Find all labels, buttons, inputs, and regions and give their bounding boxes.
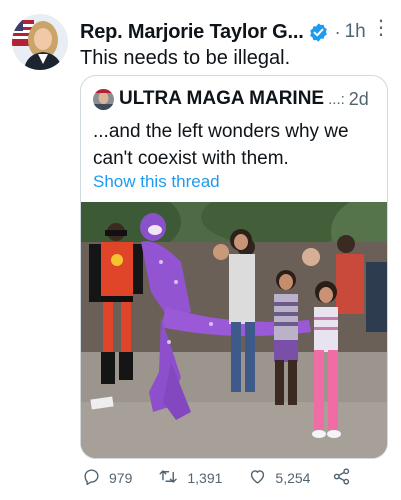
author-name[interactable]: Rep. Marjorie Taylor G... [80, 21, 304, 44]
tweet-text: This needs to be illegal. [80, 47, 291, 69]
quoted-tweet-photo[interactable] [81, 187, 387, 458]
tweet[interactable]: Rep. Marjorie Taylor G... · 1h ⋮ This ne… [0, 0, 401, 500]
reply-count: 979 [109, 470, 133, 486]
quoted-timestamp[interactable]: 2d [349, 89, 369, 110]
tweet-header: Rep. Marjorie Taylor G... · 1h ⋮ [80, 18, 391, 44]
tweet-timestamp[interactable]: 1h [345, 21, 366, 43]
quoted-author-avatar[interactable] [93, 88, 114, 110]
tweet-actions: 979 1,391 5,254 [80, 466, 359, 490]
quoted-tweet-text: ...and the left wonders why we can't coe… [93, 121, 349, 169]
quoted-author-name[interactable]: ULTRA MAGA MARINE [119, 88, 324, 110]
verified-badge-icon [308, 22, 329, 43]
reply-button[interactable]: 979 [82, 467, 132, 489]
quoted-name-ellipsis: ...: [328, 90, 345, 108]
retweet-icon [158, 467, 187, 489]
author-avatar[interactable] [12, 14, 68, 70]
share-icon [332, 467, 359, 489]
reply-icon [82, 467, 109, 489]
retweet-count: 1,391 [187, 470, 223, 486]
quoted-tweet-header: ULTRA MAGA MARINE ...: 2d [93, 87, 379, 111]
show-thread-link[interactable]: Show this thread [93, 172, 220, 192]
like-count: 5,254 [275, 470, 311, 486]
heart-icon [248, 467, 275, 489]
retweet-button[interactable]: 1,391 [158, 467, 222, 489]
header-separator: · [334, 21, 341, 42]
more-options-icon[interactable]: ⋮ [371, 18, 391, 38]
share-button[interactable] [332, 467, 359, 489]
like-button[interactable]: 5,254 [248, 467, 310, 489]
quoted-tweet[interactable]: ULTRA MAGA MARINE ...: 2d ...and the lef… [80, 75, 388, 459]
